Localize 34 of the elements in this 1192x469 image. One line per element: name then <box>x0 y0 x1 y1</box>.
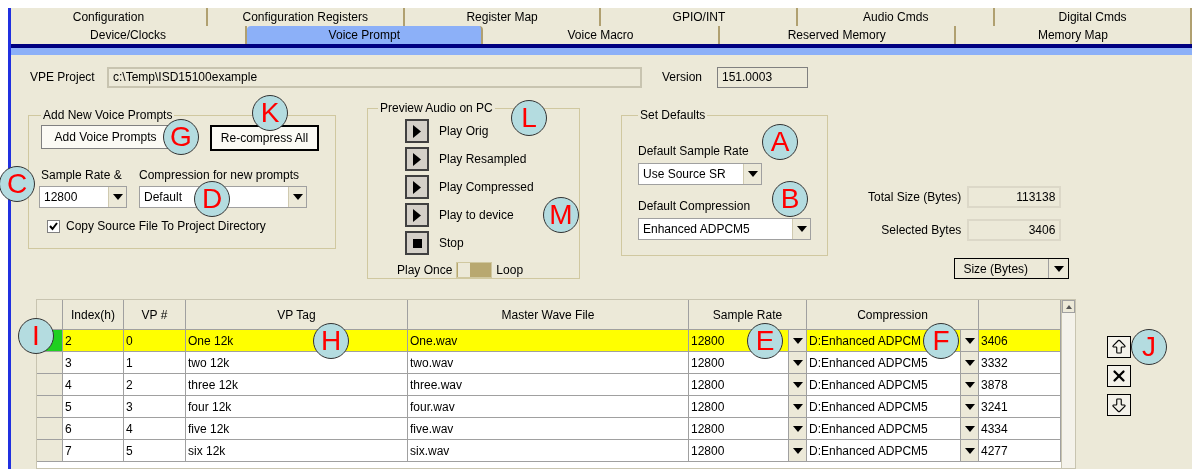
total-field: 113138 <box>967 186 1062 208</box>
play-option-label: Play Resampled <box>439 151 527 168</box>
callout-tooltip: I <box>18 318 54 354</box>
default-compression-label: Default Compression <box>638 199 751 213</box>
table-cell: six 12k <box>186 440 408 462</box>
play-option-label: Play to device <box>439 207 514 224</box>
compression-label: Compression for new prompts <box>139 167 300 184</box>
sample-rate-label: Sample Rate & <box>41 167 123 184</box>
play-once-label: Play Once <box>397 262 453 279</box>
table-cell: 7 <box>63 440 124 462</box>
version-label: Version <box>662 69 704 86</box>
play-option-label: Play Compressed <box>439 179 534 196</box>
default-sample-rate-label: Default Sample Rate <box>638 144 749 158</box>
table-cell: six.wav <box>408 440 689 462</box>
callout-tooltip: C <box>0 166 35 202</box>
callout-tooltip: B <box>772 181 808 217</box>
callout-tooltip: D <box>194 181 230 217</box>
group-title: Set Defaults <box>639 107 707 124</box>
callout-tooltip: A <box>762 124 798 160</box>
project-label: VPE Project <box>30 69 96 86</box>
callout-tooltip: J <box>1131 329 1167 365</box>
total-label: Selected Bytes <box>881 222 962 239</box>
callout-tooltip: M <box>543 197 579 233</box>
total-label: Total Size (Bytes) <box>868 189 962 206</box>
checkbox-label: Copy Source File To Project Directory <box>66 218 266 235</box>
callout-tooltip: G <box>163 119 199 155</box>
callout-tooltip: K <box>252 95 288 131</box>
play-option-label: Play Orig <box>439 123 489 140</box>
loop-label: Loop <box>496 262 524 279</box>
group-title: Preview Audio on PC <box>379 100 494 117</box>
callout-tooltip: L <box>511 100 547 136</box>
play-option-label: Stop <box>439 235 464 252</box>
table-cell: 5 <box>124 440 186 462</box>
total-field: 3406 <box>967 219 1062 241</box>
